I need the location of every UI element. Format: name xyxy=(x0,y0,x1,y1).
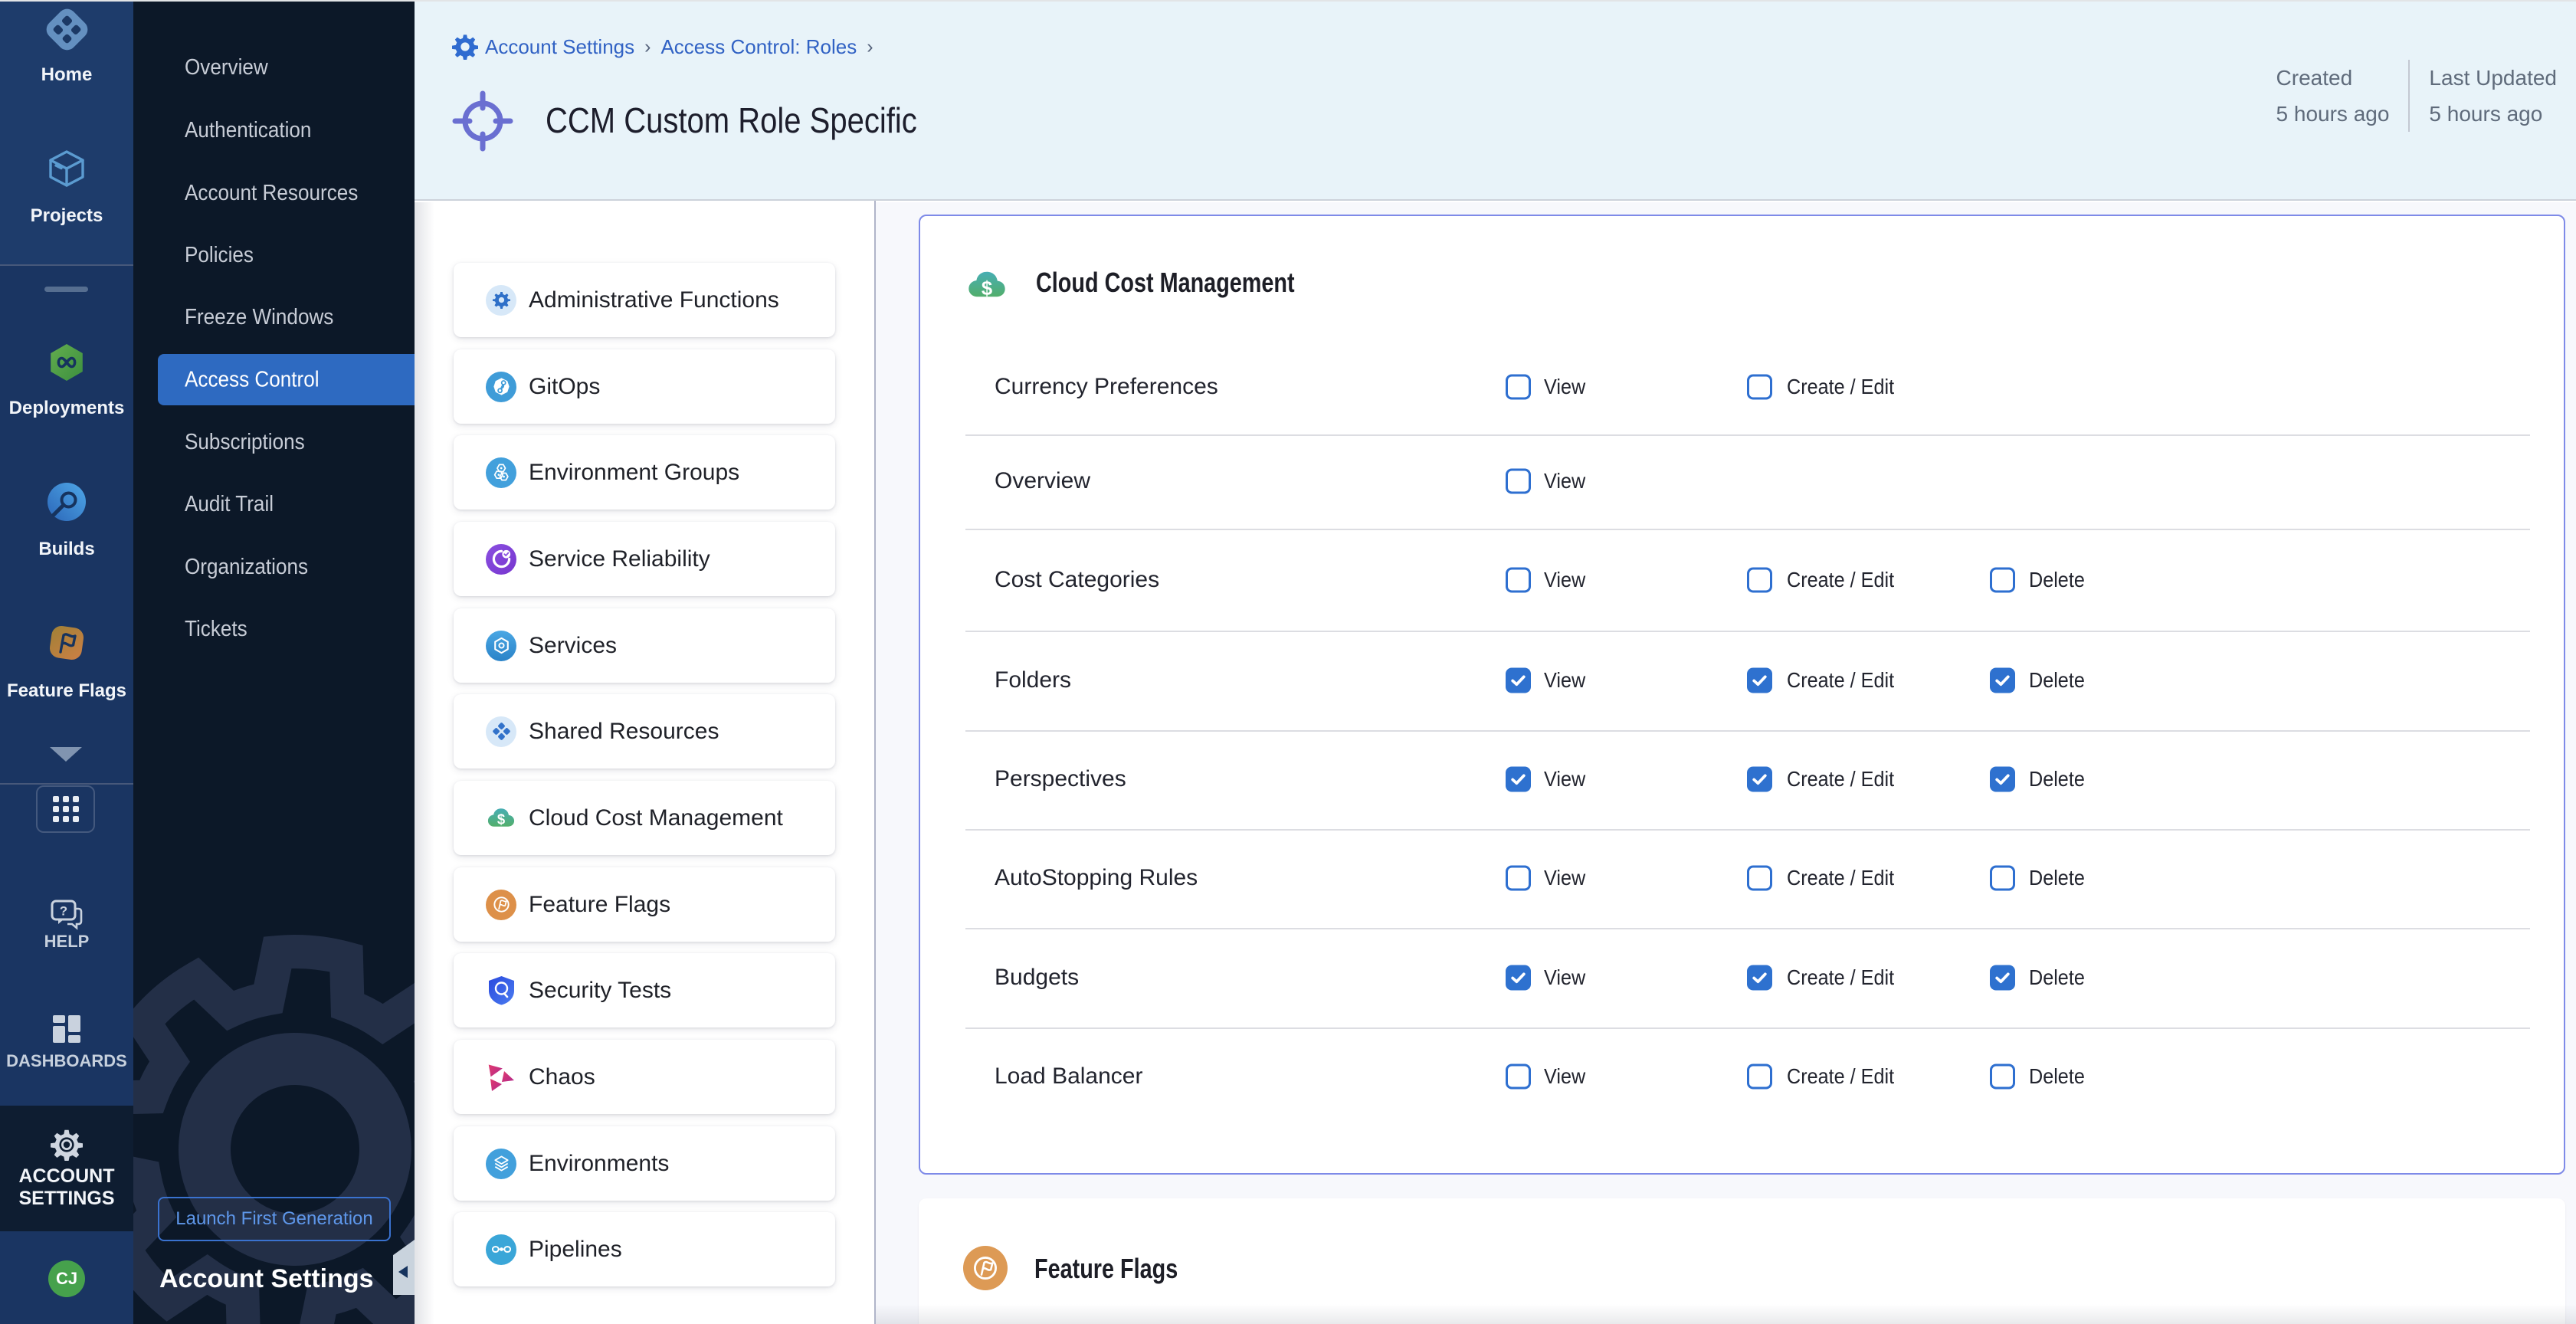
svg-text:?: ? xyxy=(60,904,67,919)
svg-text:$: $ xyxy=(497,811,506,827)
svg-text:$: $ xyxy=(982,278,992,300)
